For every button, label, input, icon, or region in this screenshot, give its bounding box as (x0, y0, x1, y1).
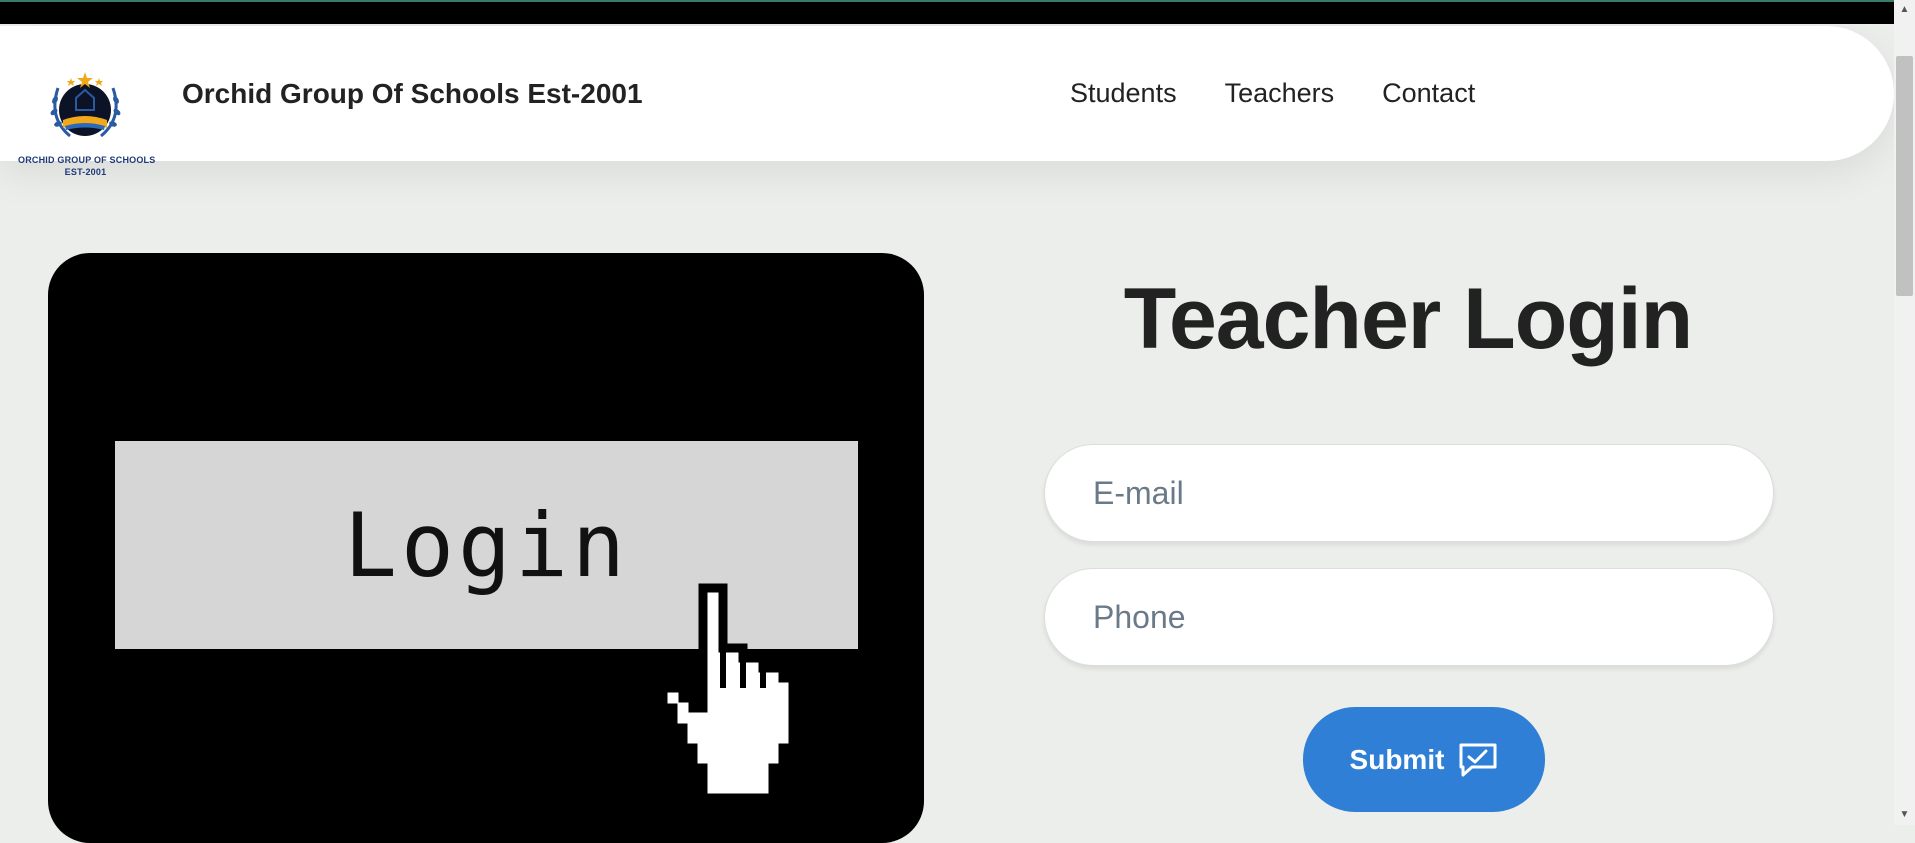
chat-check-icon (1459, 743, 1497, 776)
navbar: ORCHID GROUP OF SCHOOLS EST-2001 Orchid … (0, 26, 1894, 177)
nav-links: Students Teachers Contact (1070, 78, 1475, 109)
school-logo[interactable]: ORCHID GROUP OF SCHOOLS EST-2001 (18, 48, 155, 177)
brand-name[interactable]: Orchid Group Of Schools Est-2001 (182, 78, 643, 110)
scrollbar-thumb[interactable] (1896, 56, 1913, 296)
submit-label: Submit (1349, 743, 1445, 775)
hand-pointer-icon (658, 583, 798, 803)
browser-top-bar (0, 0, 1915, 24)
submit-button[interactable]: Submit (1303, 707, 1545, 812)
scroll-down-arrow-icon[interactable]: ▼ (1897, 807, 1912, 823)
phone-field[interactable] (1044, 568, 1774, 666)
logo-caption: ORCHID GROUP OF SCHOOLS EST-2001 (18, 154, 156, 178)
email-field[interactable] (1044, 444, 1774, 542)
login-illustration: Login (48, 253, 924, 843)
nav-link-contact[interactable]: Contact (1382, 78, 1475, 109)
nav-link-students[interactable]: Students (1070, 78, 1177, 109)
nav-link-teachers[interactable]: Teachers (1225, 78, 1335, 109)
page-scrollbar[interactable]: ▲ ▼ (1894, 0, 1915, 825)
logo-caption-line2: EST-2001 (64, 167, 107, 177)
school-crest-icon (50, 72, 121, 138)
scroll-up-arrow-icon[interactable]: ▲ (1897, 2, 1912, 18)
page-title: Teacher Login (1123, 271, 1693, 367)
logo-caption-line1: ORCHID GROUP OF SCHOOLS (18, 155, 156, 165)
